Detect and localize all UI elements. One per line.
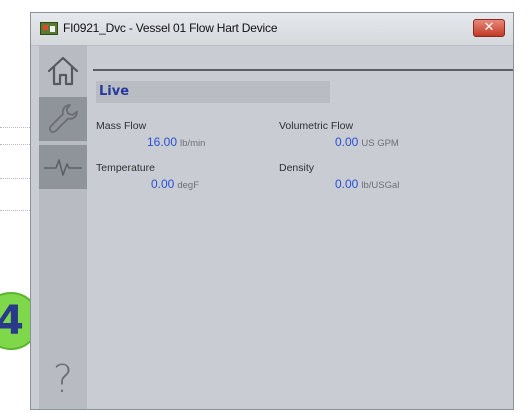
volumetric-flow-field: Volumetric Flow 0.00 US GPM xyxy=(279,120,399,151)
window-title: FI0921_Dvc - Vessel 01 Flow Hart Device xyxy=(63,21,278,35)
density-label: Density xyxy=(279,162,315,174)
density-value-row: 0.00 lb/USGal xyxy=(279,175,399,193)
header-divider xyxy=(93,69,513,71)
mass-flow-unit: lb/min xyxy=(180,138,206,149)
density-field: Density 0.00 lb/USGal xyxy=(279,162,399,193)
faceplate-window: FI0921_Dvc - Vessel 01 Flow Hart Device … xyxy=(30,12,514,410)
nav-sidebar: ? xyxy=(39,45,87,409)
close-button[interactable]: ✕ xyxy=(473,19,505,37)
temperature-unit: degF xyxy=(177,180,200,191)
nav-item-maintenance[interactable] xyxy=(39,97,87,141)
help-icon: ? xyxy=(52,357,74,401)
volumetric-flow-label: Volumetric Flow xyxy=(279,120,354,132)
home-icon xyxy=(47,56,79,86)
live-section-header: Live xyxy=(96,81,330,103)
volumetric-flow-value: 0.00 xyxy=(335,135,359,149)
wrench-icon xyxy=(49,104,78,133)
nav-item-home[interactable] xyxy=(39,53,87,89)
app-icon xyxy=(40,22,58,35)
temperature-field: Temperature 0.00 degF xyxy=(96,162,199,193)
density-value: 0.00 xyxy=(335,177,359,191)
mass-flow-value-row: 16.00 lb/min xyxy=(96,133,205,151)
mass-flow-field: Mass Flow 16.00 lb/min xyxy=(96,120,205,151)
title-bar[interactable]: FI0921_Dvc - Vessel 01 Flow Hart Device … xyxy=(31,13,513,46)
volumetric-flow-value-row: 0.00 US GPM xyxy=(279,133,399,151)
mass-flow-value: 16.00 xyxy=(147,135,178,149)
temperature-label: Temperature xyxy=(96,162,155,174)
mass-flow-label: Mass Flow xyxy=(96,120,147,132)
density-unit: lb/USGal xyxy=(361,180,400,191)
volumetric-flow-unit: US GPM xyxy=(361,138,399,149)
trend-icon xyxy=(44,159,82,176)
nav-item-trend[interactable] xyxy=(39,145,87,189)
nav-item-help[interactable]: ? xyxy=(39,357,87,401)
content-area: Live Mass Flow 16.00 lb/min Volumetric Fl… xyxy=(87,45,513,409)
temperature-value: 0.00 xyxy=(151,177,175,191)
temperature-value-row: 0.00 degF xyxy=(96,175,199,193)
